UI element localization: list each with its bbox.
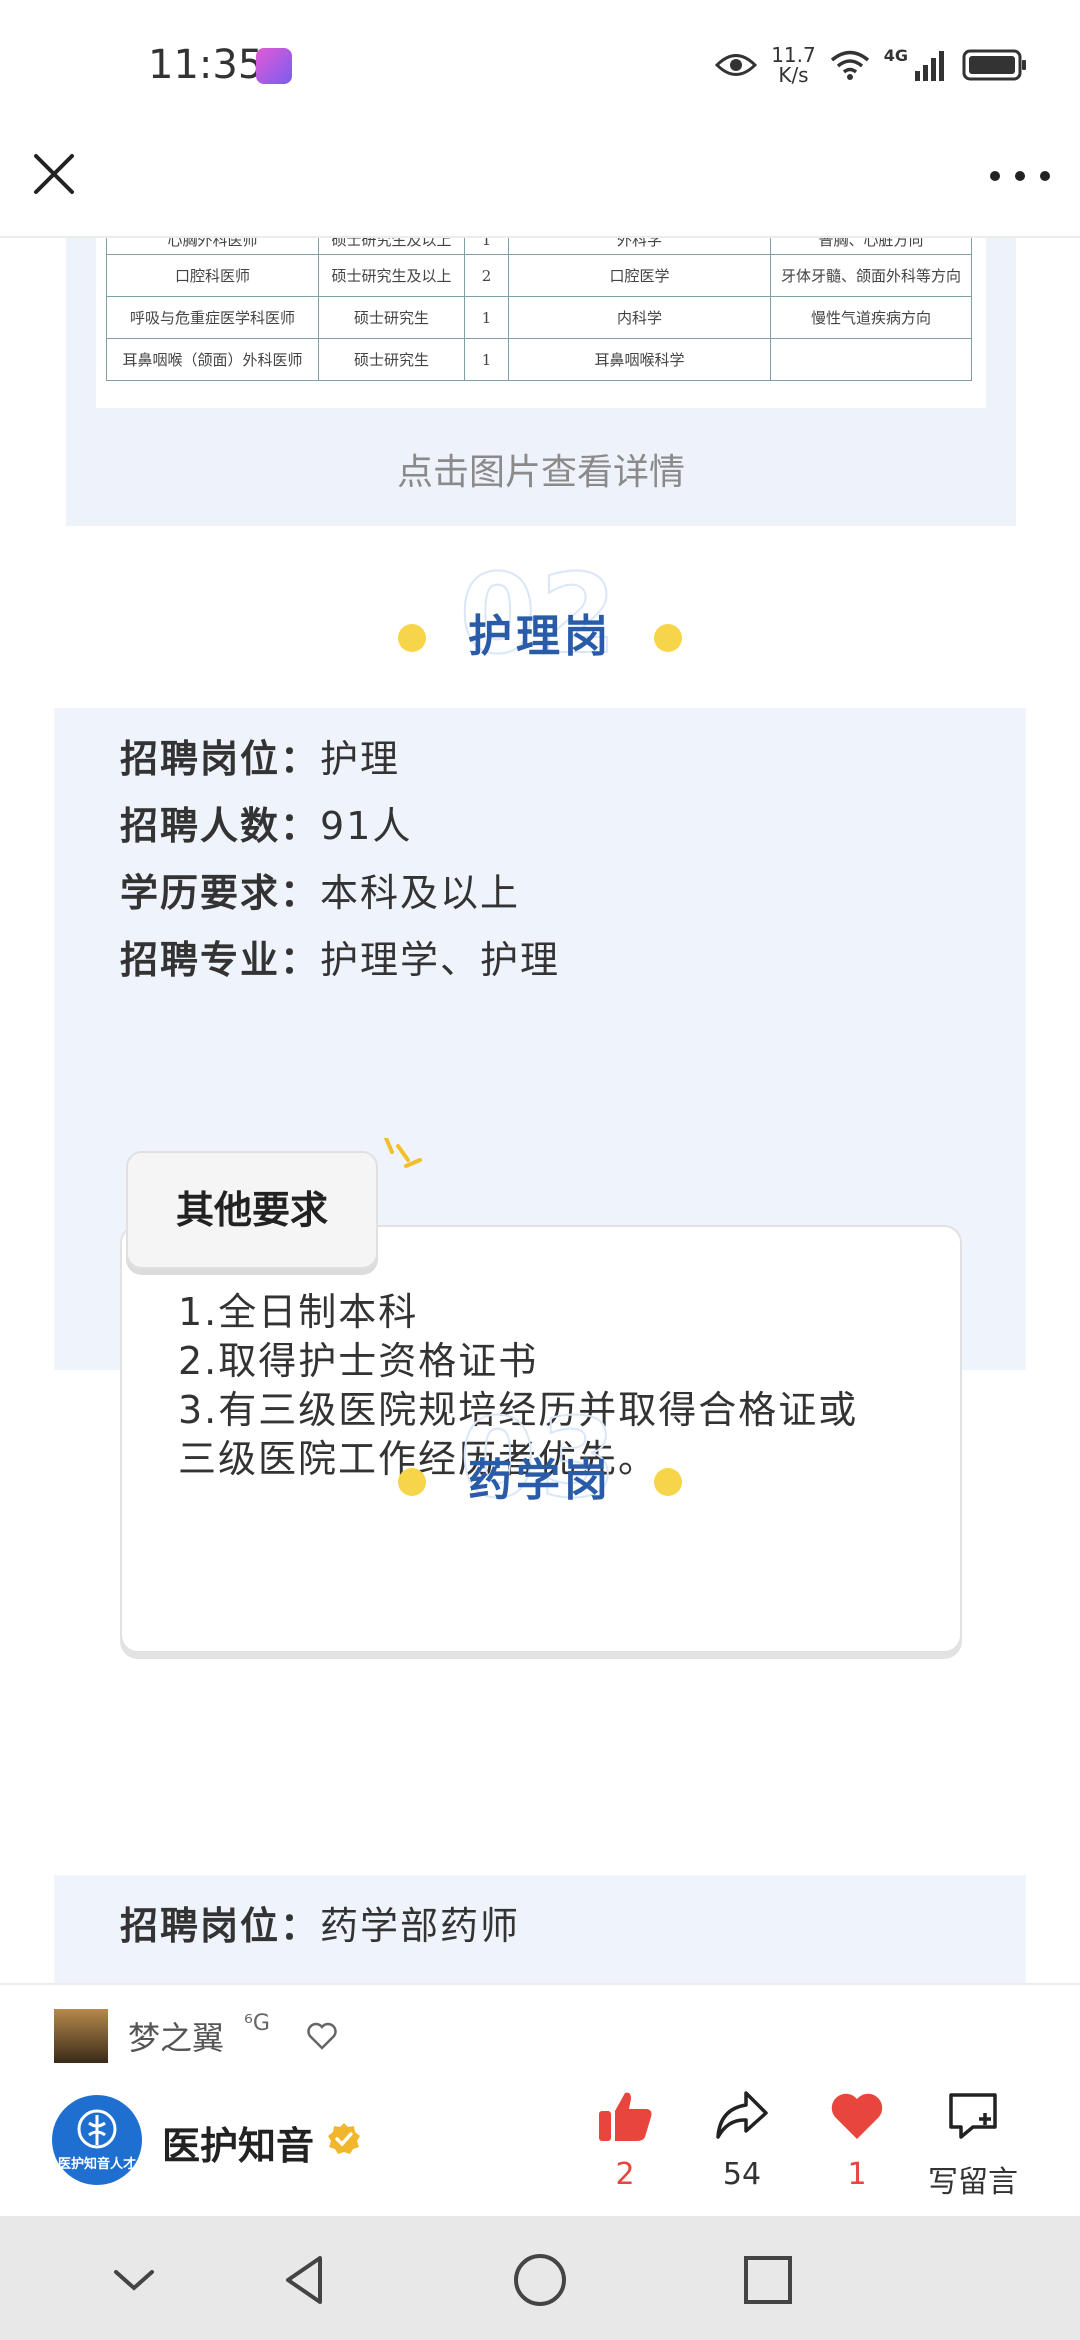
weather-app-icon [256,48,292,84]
account-logo-text: 医护知音人才 [57,2157,136,2172]
back-triangle-icon[interactable] [278,2250,338,2310]
love-button[interactable]: 1 [802,2089,912,2199]
close-button[interactable] [28,148,80,200]
caduceus-logo-icon [77,2109,117,2149]
table-row: 口腔科医师 硕士研究生及以上 2 口腔医学 牙体牙髓、颌面外科等方向 [106,254,972,297]
net-speed: 11.7 K/s [771,43,816,87]
eye-icon [715,54,758,76]
reader-avatar[interactable] [54,2009,108,2063]
status-bar: 11:35 11.7 K/s 4G [0,0,1080,130]
field-major: 招聘专业：护理学、护理 [120,938,561,982]
verified-badge-icon [328,2123,360,2154]
network-type: 4G [883,45,908,65]
tap-image-hint: 点击图片查看详情 [396,452,685,493]
home-circle-icon[interactable] [510,2250,570,2310]
chevron-down-icon[interactable] [104,2250,164,2310]
more-icon [990,171,1000,181]
recents-square-icon[interactable] [738,2250,798,2310]
dot-decoration [654,1468,682,1496]
dot-decoration [654,624,682,652]
account-avatar[interactable]: 医护知音人才 [52,2095,142,2185]
positions-table-image[interactable]: 心胸外科医师 硕士研究生及以上 1 外科学 普胸、心脏方向 口腔科医师 硕士研究… [96,238,986,408]
section-title: 护理岗 [468,611,612,662]
nursing-panel: 招聘岗位：护理 招聘人数：91人 学历要求：本科及以上 招聘专业：护理学、护理 … [54,708,1026,1653]
bottom-action-bar: 梦之翼 ⁶G 医护知音人才 医护知音 2 54 1 写留言 [0,1983,1080,2216]
positions-table: 心胸外科医师 硕士研究生及以上 1 外科学 普胸、心脏方向 口腔科医师 硕士研究… [106,238,972,381]
like-count: 2 [615,2157,635,2192]
section-header-pharmacy: 03 药学岗 [0,1393,1080,1524]
heart-icon [831,2093,883,2139]
system-nav-bar [0,2216,1080,2340]
field-headcount: 招聘人数：91人 [120,804,413,848]
requirement-line: 1.全日制本科 [178,1290,419,1334]
close-icon [34,154,74,194]
share-count: 54 [722,2157,762,2192]
other-requirements-tab: 其他要求 [126,1151,378,1269]
field-position: 招聘岗位：护理 [120,737,401,781]
like-button[interactable]: 2 [570,2089,680,2199]
field-education: 学历要求：本科及以上 [120,871,521,915]
article-content[interactable]: 心胸外科医师 硕士研究生及以上 1 外科学 普胸、心脏方向 口腔科医师 硕士研究… [0,238,1080,1983]
pharmacy-panel: 招聘岗位：药学部药师 [54,1875,1026,1983]
section-header-nursing: 02 护理岗 [0,549,1080,680]
table-row: 心胸外科医师 硕士研究生及以上 1 外科学 普胸、心脏方向 [106,238,972,255]
sparkle-icon [384,1138,422,1168]
share-button[interactable]: 54 [687,2089,797,2199]
wifi-icon [830,50,869,80]
section-title: 药学岗 [468,1455,612,1506]
comment-plus-icon [949,2093,997,2139]
top-nav [0,130,1080,238]
table-row: 呼吸与危重症医学科医师 硕士研究生 1 内科学 慢性气道疾病方向 [106,296,972,339]
other-requirements-title: 其他要求 [175,1188,328,1232]
reader-name[interactable]: 梦之翼 [128,2013,224,2059]
write-comment-button[interactable]: 写留言 [918,2089,1028,2200]
reader-status-badge: ⁶G [244,2011,270,2036]
table-row: 耳鼻咽喉（颌面）外科医师 硕士研究生 1 耳鼻咽喉科学 [106,338,972,381]
heart-outline-icon[interactable] [306,2021,338,2051]
share-icon [716,2091,768,2139]
account-name[interactable]: 医护知音 [162,2115,314,2170]
status-icons: 11.7 K/s 4G [715,40,1028,90]
status-time: 11:35 [148,42,264,88]
signal-icon [915,51,944,81]
love-count: 1 [847,2157,867,2192]
positions-image-card[interactable]: 心胸外科医师 硕士研究生及以上 1 外科学 普胸、心脏方向 口腔科医师 硕士研究… [66,238,1016,526]
requirement-line: 2.取得护士资格证书 [178,1339,539,1383]
more-button[interactable] [990,156,1050,196]
battery-icon [962,49,1026,81]
write-comment-label: 写留言 [928,2165,1018,2200]
field-position: 招聘岗位：药学部药师 [120,1904,521,1948]
thumbs-up-icon [599,2092,652,2141]
